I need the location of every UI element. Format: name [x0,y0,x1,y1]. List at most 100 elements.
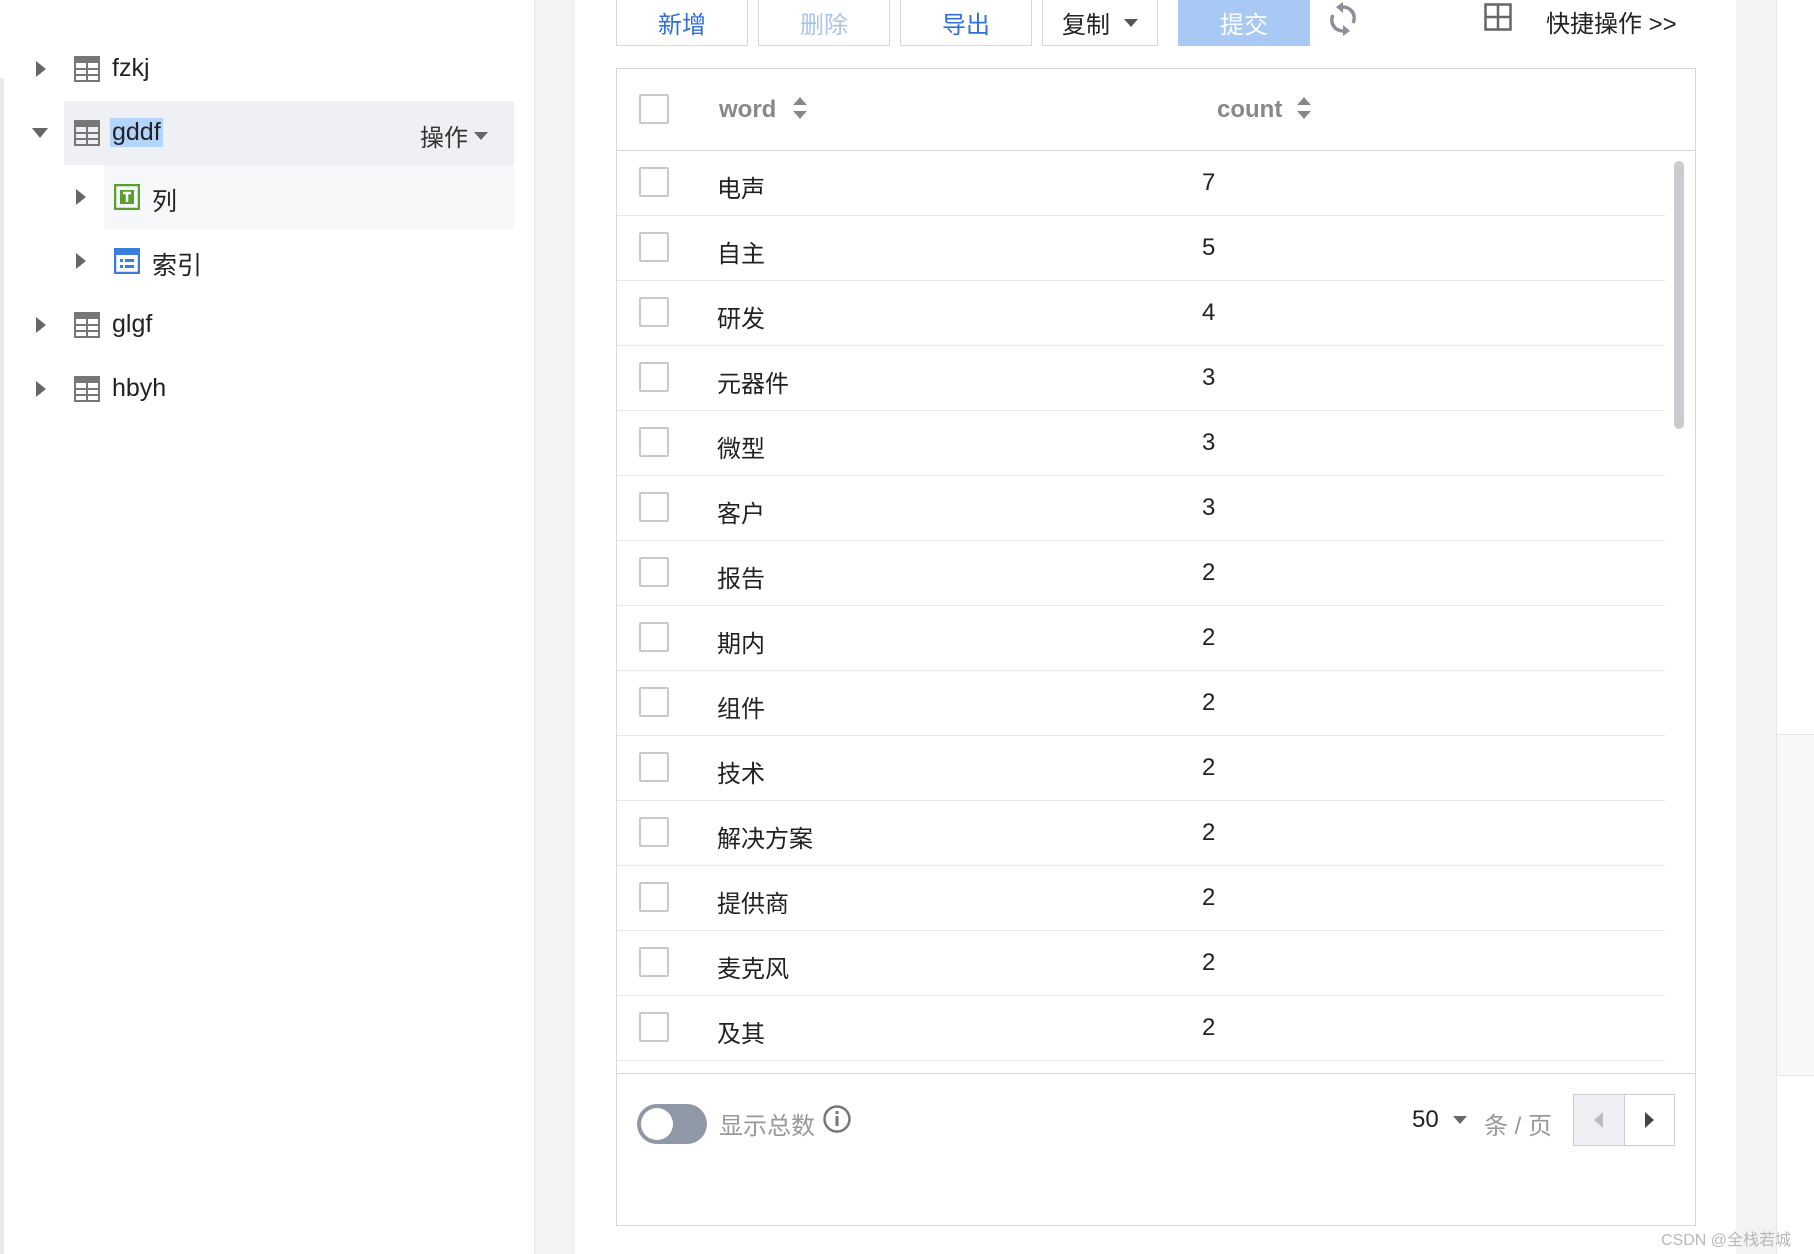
tree-node-label: 列 [152,188,178,216]
row-checkbox[interactable] [639,882,669,912]
delete-button-label: 删除 [800,12,848,39]
copy-dropdown-button[interactable]: 复制 [1042,0,1158,46]
chevron-down-icon [474,131,488,140]
table-icon [74,312,100,338]
column-header-count[interactable]: count [1217,96,1282,124]
table-row[interactable]: 麦克风 2 [617,931,1665,996]
row-checkbox[interactable] [639,167,669,197]
table-row[interactable]: 组件 2 [617,671,1665,736]
tree-node-indexes[interactable]: 索引 [76,229,514,293]
cell-count: 2 [1202,884,1216,911]
row-checkbox[interactable] [639,427,669,457]
row-checkbox[interactable] [639,947,669,977]
cell-count: 2 [1202,689,1216,716]
node-actions-label: 操作 [420,125,468,152]
sort-icon[interactable] [1297,97,1311,119]
watermark: CSDN @全栈若城 [1661,1232,1792,1249]
chevron-left-icon [1594,1112,1604,1128]
cell-count: 2 [1202,819,1216,846]
cell-word: 提供商 [717,891,789,918]
table-scrollbar[interactable] [1674,161,1684,429]
cell-word: 元器件 [717,371,789,398]
row-checkbox[interactable] [639,817,669,847]
table-row[interactable]: 电声 7 [617,151,1665,216]
cell-word: 解决方案 [717,826,813,853]
submit-button[interactable]: 提交 [1178,0,1310,46]
prev-page-button[interactable] [1574,1095,1625,1145]
row-checkbox[interactable] [639,752,669,782]
tree-node-label: glgf [112,310,153,338]
tree-node-columns[interactable]: 列 [76,165,514,229]
chevron-down-icon [1124,18,1138,27]
row-checkbox[interactable] [639,687,669,717]
tree-node-hbyh[interactable]: hbyh [0,357,514,421]
row-checkbox[interactable] [639,297,669,327]
tree-node-glgf[interactable]: glgf [0,293,514,357]
table-header: word count [617,69,1695,151]
data-table: word count 电声 7 自主 5 研发 4 元器件 3 微型 3 客户 3 报告 2 期内 2 组件 2 技… [616,68,1696,1226]
cell-count: 3 [1202,364,1216,391]
toggle-knob [641,1108,673,1140]
cell-word: 报告 [717,566,765,593]
row-checkbox[interactable] [639,492,669,522]
row-checkbox[interactable] [639,362,669,392]
node-actions-dropdown[interactable]: 操作 [420,118,488,153]
expand-caret-icon[interactable] [36,317,46,333]
cell-word: 组件 [717,696,765,723]
cell-word: 自主 [717,241,765,268]
select-all-checkbox[interactable] [639,94,669,124]
table-row[interactable]: 研发 4 [617,281,1665,346]
table-row[interactable]: 微型 3 [617,411,1665,476]
cell-word: 客户 [717,501,765,528]
row-checkbox[interactable] [639,557,669,587]
column-type-icon [114,184,140,210]
show-total-label: 显示总数 [719,1113,815,1140]
cell-count: 2 [1202,624,1216,651]
table-row[interactable]: 报告 2 [617,541,1665,606]
copy-button-label: 复制 [1062,12,1110,39]
collapse-caret-icon[interactable] [32,128,48,138]
cell-count: 2 [1202,949,1216,976]
show-total-toggle[interactable] [637,1104,707,1144]
cell-word: 及其 [717,1021,765,1048]
column-header-word[interactable]: word [719,96,776,124]
cell-count: 5 [1202,234,1216,261]
table-row[interactable]: 领域2 [617,1061,1665,1073]
refresh-icon[interactable] [1328,2,1358,36]
layout-grid-icon[interactable] [1484,3,1512,31]
chevron-down-icon [1452,1116,1467,1124]
right-side-panel [1776,0,1814,1254]
cell-word: 微型 [717,436,765,463]
table-row[interactable]: 元器件 3 [617,346,1665,411]
expand-caret-icon[interactable] [36,381,46,397]
cell-count: 2 [1202,754,1216,781]
row-checkbox[interactable] [639,1012,669,1042]
quick-actions-link[interactable]: 快捷操作 >> [1546,4,1677,39]
table-row[interactable]: 及其 2 [617,996,1665,1061]
expand-caret-icon[interactable] [76,189,86,205]
table-icon [74,376,100,402]
delete-button[interactable]: 删除 [758,0,890,46]
table-row[interactable]: 提供商 2 [617,866,1665,931]
table-row[interactable]: 自主 5 [617,216,1665,281]
cell-count: 2 [1202,559,1216,586]
table-row[interactable]: 技术 2 [617,736,1665,801]
table-icon [74,120,100,146]
next-page-button[interactable] [1625,1095,1675,1145]
sort-icon[interactable] [793,97,807,119]
table-row[interactable]: 解决方案 2 [617,801,1665,866]
row-checkbox[interactable] [639,622,669,652]
export-button[interactable]: 导出 [900,0,1032,46]
row-checkbox[interactable] [639,232,669,262]
cell-word: 技术 [717,761,765,788]
table-row[interactable]: 期内 2 [617,606,1665,671]
expand-caret-icon[interactable] [36,61,46,77]
page-size-select[interactable]: 50 [1412,1106,1467,1134]
add-button[interactable]: 新增 [616,0,748,46]
info-icon[interactable] [822,1104,852,1134]
tree-node-gddf[interactable]: gddf 操作 [32,101,514,165]
tree-node-fzkj[interactable]: fzkj [0,37,514,101]
expand-caret-icon[interactable] [76,253,86,269]
add-button-label: 新增 [658,12,706,39]
table-row[interactable]: 客户 3 [617,476,1665,541]
